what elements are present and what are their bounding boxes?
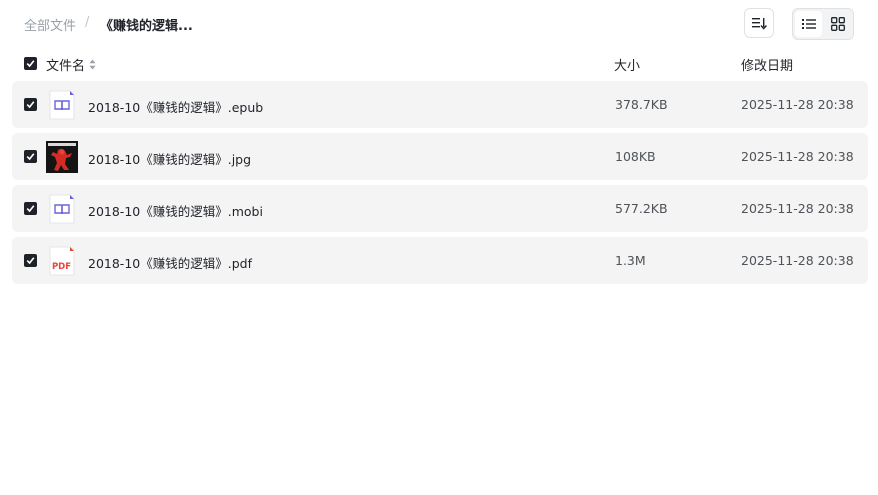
file-size: 1.3M bbox=[615, 253, 646, 268]
breadcrumb-separator: / bbox=[85, 15, 90, 30]
grid-view-button[interactable] bbox=[824, 11, 851, 37]
checkmark-icon bbox=[26, 101, 35, 109]
file-row[interactable]: 2018-10《赚钱的逻辑》.epub 378.7KB 2025-11-28 2… bbox=[12, 81, 868, 128]
file-modified: 2025-11-28 20:38 bbox=[741, 253, 854, 268]
checkmark-icon bbox=[26, 153, 35, 161]
row-checkbox[interactable] bbox=[24, 202, 37, 215]
file-modified: 2025-11-28 20:38 bbox=[741, 97, 854, 112]
file-modified: 2025-11-28 20:38 bbox=[741, 201, 854, 216]
file-size: 108KB bbox=[615, 149, 656, 164]
file-modified: 2025-11-28 20:38 bbox=[741, 149, 854, 164]
grid-view-icon bbox=[830, 17, 845, 31]
sort-toggle-icon bbox=[89, 59, 96, 70]
select-all-checkbox[interactable] bbox=[24, 57, 37, 70]
file-name[interactable]: 2018-10《赚钱的逻辑》.mobi bbox=[88, 201, 263, 220]
row-checkbox[interactable] bbox=[24, 150, 37, 163]
file-name[interactable]: 2018-10《赚钱的逻辑》.pdf bbox=[88, 253, 252, 272]
row-checkbox[interactable] bbox=[24, 98, 37, 111]
column-header-modified[interactable]: 修改日期 bbox=[741, 55, 793, 74]
file-size: 378.7KB bbox=[615, 97, 668, 112]
top-bar: 全部文件 / 《赚钱的逻辑... bbox=[0, 0, 878, 48]
ebook-icon bbox=[49, 90, 75, 120]
file-name[interactable]: 2018-10《赚钱的逻辑》.epub bbox=[88, 97, 263, 116]
pdf-badge: PDF bbox=[52, 262, 71, 272]
breadcrumb-root[interactable]: 全部文件 bbox=[24, 15, 76, 34]
pdf-icon: PDF bbox=[49, 246, 75, 276]
image-thumbnail bbox=[46, 141, 78, 173]
column-header-name[interactable]: 文件名 bbox=[46, 55, 96, 74]
file-list-header: 文件名 大小 修改日期 bbox=[12, 50, 868, 78]
column-name-label: 文件名 bbox=[46, 59, 86, 74]
list-view-icon bbox=[801, 19, 816, 29]
view-toggle bbox=[792, 8, 854, 40]
list-view-button[interactable] bbox=[795, 11, 822, 37]
file-row[interactable]: 2018-10《赚钱的逻辑》.mobi 577.2KB 2025-11-28 2… bbox=[12, 185, 868, 232]
sort-button[interactable] bbox=[744, 8, 774, 38]
ebook-icon bbox=[49, 194, 75, 224]
file-row[interactable]: 2018-10《赚钱的逻辑》.jpg 108KB 2025-11-28 20:3… bbox=[12, 133, 868, 180]
breadcrumb-current: 《赚钱的逻辑... bbox=[100, 19, 193, 34]
checkmark-icon bbox=[26, 257, 35, 265]
row-checkbox[interactable] bbox=[24, 254, 37, 267]
file-name[interactable]: 2018-10《赚钱的逻辑》.jpg bbox=[88, 149, 251, 168]
checkmark-icon bbox=[26, 60, 35, 68]
sort-icon bbox=[752, 18, 767, 30]
file-size: 577.2KB bbox=[615, 201, 668, 216]
checkmark-icon bbox=[26, 205, 35, 213]
column-header-size[interactable]: 大小 bbox=[614, 55, 640, 74]
file-row[interactable]: PDF 2018-10《赚钱的逻辑》.pdf 1.3M 2025-11-28 2… bbox=[12, 237, 868, 284]
